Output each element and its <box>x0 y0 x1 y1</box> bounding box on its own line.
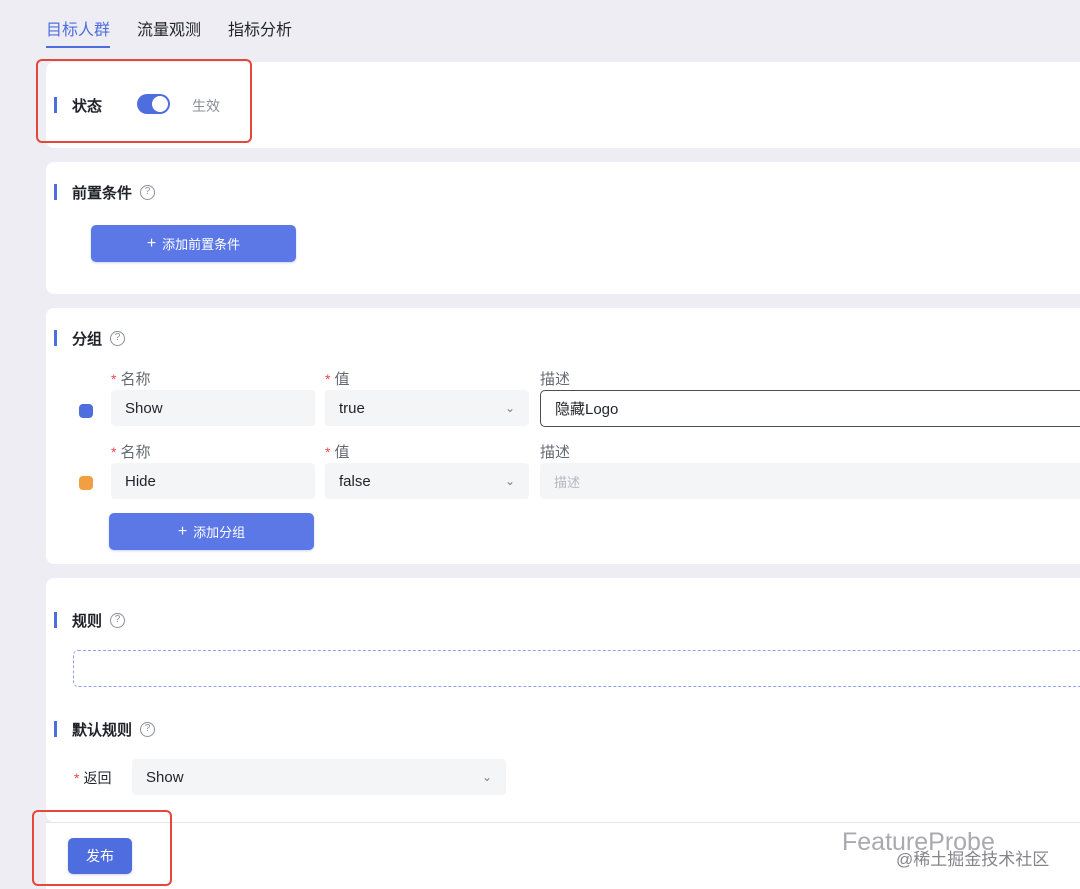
group-name-input[interactable]: Hide <box>111 463 315 499</box>
group-value-select[interactable]: true ⌄ <box>325 390 529 426</box>
name-label-text: 名称 <box>120 371 151 388</box>
name-label: * 名称 <box>111 368 150 389</box>
group-description-input[interactable]: 描述 <box>540 463 1080 499</box>
name-label: * 名称 <box>111 441 150 462</box>
rules-drop-area[interactable] <box>73 650 1080 687</box>
precondition-title: 前置条件 ? <box>53 182 156 202</box>
description-label: 描述 <box>540 441 570 462</box>
publish-label: 发布 <box>86 848 114 864</box>
precondition-card: 前置条件 ? + 添加前置条件 <box>46 162 1080 294</box>
add-group-label: 添加分组 <box>193 525 246 540</box>
required-mark: * <box>325 443 331 460</box>
tab-traffic-observation[interactable]: 流量观测 <box>137 16 201 40</box>
chevron-down-icon: ⌄ <box>504 401 515 415</box>
required-mark: * <box>111 370 117 387</box>
rules-title: 规则 ? <box>53 610 126 630</box>
group-title: 分组 ? <box>53 328 126 348</box>
status-title: 状态 <box>53 95 103 115</box>
status-toggle[interactable] <box>137 94 170 114</box>
status-text: 生效 <box>192 98 220 114</box>
add-precondition-button[interactable]: + 添加前置条件 <box>91 225 296 262</box>
rules-title-label: 规则 <box>72 612 103 630</box>
group-title-label: 分组 <box>72 330 103 348</box>
watermark-sub-text: @稀土掘金技术社区 <box>896 850 1050 869</box>
name-label-text: 名称 <box>120 444 151 461</box>
group-description-input[interactable]: 隐藏Logo <box>540 390 1080 427</box>
add-group-button[interactable]: + 添加分组 <box>109 513 314 550</box>
plus-icon: + <box>177 522 188 540</box>
plus-icon: + <box>146 234 157 252</box>
help-icon[interactable]: ? <box>110 330 126 346</box>
status-title-label: 状态 <box>72 97 103 115</box>
required-mark: * <box>325 370 331 387</box>
group-name-value: Show <box>125 399 163 417</box>
return-label-text: 返回 <box>83 770 112 786</box>
group-value-text: true <box>339 399 365 417</box>
toggle-knob <box>152 96 168 112</box>
precondition-title-label: 前置条件 <box>72 184 133 202</box>
return-label: * 返回 <box>74 768 111 788</box>
required-mark: * <box>74 770 80 786</box>
description-label-text: 描述 <box>540 444 571 461</box>
group-description-placeholder: 描述 <box>554 474 581 490</box>
default-return-value: Show <box>146 768 184 786</box>
value-label-text: 值 <box>334 444 350 461</box>
default-return-select[interactable]: Show ⌄ <box>132 759 506 795</box>
default-rule-title-label: 默认规则 <box>72 721 133 739</box>
chevron-down-icon: ⌄ <box>481 770 492 784</box>
value-label: * 值 <box>325 441 349 462</box>
add-precondition-label: 添加前置条件 <box>162 237 241 252</box>
group-description-value: 隐藏Logo <box>555 401 619 418</box>
description-label: 描述 <box>540 368 570 389</box>
help-icon[interactable]: ? <box>140 721 156 737</box>
chevron-down-icon: ⌄ <box>504 474 515 488</box>
publish-button[interactable]: 发布 <box>68 838 132 874</box>
help-icon[interactable]: ? <box>140 184 156 200</box>
group-value-text: false <box>339 472 371 490</box>
active-tab-indicator <box>46 46 110 48</box>
description-label-text: 描述 <box>540 371 571 388</box>
group-value-select[interactable]: false ⌄ <box>325 463 529 499</box>
value-label: * 值 <box>325 368 349 389</box>
tab-target-audience[interactable]: 目标人群 <box>46 16 110 40</box>
tab-metric-analysis[interactable]: 指标分析 <box>228 16 292 40</box>
value-label-text: 值 <box>334 371 350 388</box>
required-mark: * <box>111 443 117 460</box>
group-name-value: Hide <box>125 472 156 490</box>
tab-bar: 目标人群 流量观测 指标分析 <box>0 0 1080 58</box>
group-name-input[interactable]: Show <box>111 390 315 426</box>
group-color-dot[interactable] <box>79 404 93 418</box>
help-icon[interactable]: ? <box>110 612 126 628</box>
group-color-dot[interactable] <box>79 476 93 490</box>
default-rule-title: 默认规则 ? <box>53 719 156 739</box>
